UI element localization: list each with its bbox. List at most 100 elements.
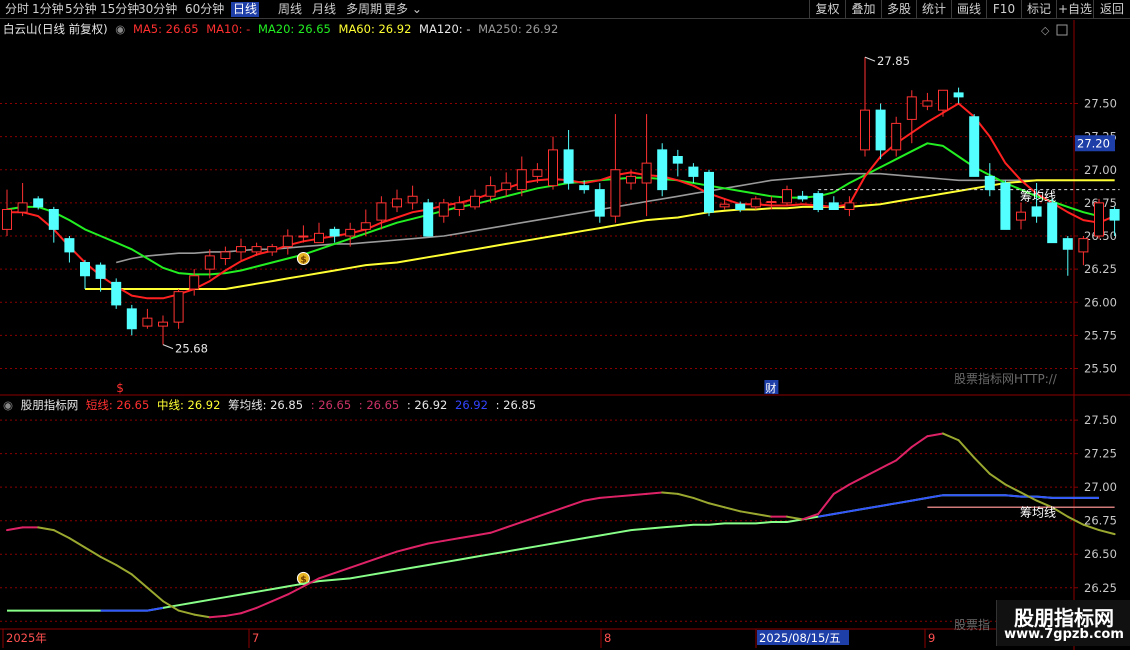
dividend-marker: $ xyxy=(116,381,124,395)
candle-body xyxy=(735,203,746,210)
short-line-segment xyxy=(739,510,757,515)
short-line-segment xyxy=(99,555,118,566)
candle-body xyxy=(314,232,324,244)
sub-tick-label: 26.25 xyxy=(1084,581,1117,595)
sub-tick-label: 26.50 xyxy=(1084,547,1117,561)
short-line-segment xyxy=(442,537,461,542)
mid-line-high-segment xyxy=(818,494,1099,518)
short-line-segment xyxy=(1098,529,1116,536)
candle-body xyxy=(64,238,75,253)
candle-body xyxy=(48,209,59,230)
short-line-segment xyxy=(754,513,773,518)
low-pointer xyxy=(162,344,174,350)
candle-body xyxy=(204,255,215,270)
chip-average-label: 筹均线 xyxy=(1020,190,1056,204)
short-line-segment xyxy=(193,613,211,619)
short-line-segment xyxy=(645,491,664,495)
short-line-segment xyxy=(786,515,804,521)
time-axis-label: 2025年 xyxy=(6,631,47,645)
watermark-main: 股票指标网HTTP:// xyxy=(954,372,1057,386)
sub-tick-label: 27.50 xyxy=(1084,413,1117,427)
candle-body xyxy=(688,166,699,177)
short-line-segment xyxy=(458,534,476,540)
candle-body xyxy=(532,169,543,177)
candle-body xyxy=(142,317,153,327)
short-line-segment xyxy=(895,445,913,462)
kline-chart[interactable]: 25.5025.7526.0026.2526.5026.7527.0027.25… xyxy=(0,0,1130,650)
short-line-segment xyxy=(723,506,742,513)
candle-body xyxy=(173,291,184,323)
candle-body xyxy=(220,251,231,260)
short-line-segment xyxy=(349,561,367,569)
mid-line-low-segment xyxy=(100,606,164,612)
candle-body xyxy=(860,109,870,151)
candle-body xyxy=(1016,211,1026,221)
short-line-segment xyxy=(364,555,383,564)
candle-body xyxy=(984,175,995,191)
diamond-icon: ◇ xyxy=(1041,24,1050,37)
time-axis-label: 7 xyxy=(252,631,259,645)
short-line-segment xyxy=(879,459,898,470)
candle-body xyxy=(1094,202,1104,237)
short-line-segment xyxy=(910,435,929,448)
site-brand-logo: 股朋指标网 www.7gpzb.com xyxy=(996,600,1130,646)
candle-body xyxy=(392,198,402,208)
candle-body xyxy=(501,182,512,191)
candle-body xyxy=(423,202,434,237)
short-line-segment xyxy=(6,526,24,532)
short-line-segment xyxy=(848,475,866,486)
short-line-segment xyxy=(68,537,86,549)
short-line-segment xyxy=(130,573,149,589)
short-line-segment xyxy=(926,432,944,438)
time-axis-label: 9 xyxy=(928,631,935,645)
candle-body xyxy=(719,203,730,208)
candle-body xyxy=(891,122,902,151)
candle-body xyxy=(641,162,652,184)
current-price-label: 27.20 xyxy=(1077,136,1110,150)
short-line-segment xyxy=(224,612,242,617)
candle-body xyxy=(80,262,90,277)
panel-toggle-icon xyxy=(1056,24,1068,36)
short-line-segment xyxy=(208,614,227,619)
short-line-segment xyxy=(474,531,492,537)
candle-body xyxy=(579,185,590,191)
short-line-segment xyxy=(832,483,851,495)
candle-body xyxy=(626,175,636,184)
mid-line xyxy=(7,494,1099,612)
short-line-segment xyxy=(988,472,1007,486)
short-line-segment xyxy=(411,542,430,549)
candle-body xyxy=(454,202,465,210)
candle-body xyxy=(17,202,28,213)
short-line-segment xyxy=(505,521,523,529)
candle-body xyxy=(329,228,340,237)
candle-body xyxy=(33,198,44,208)
candle-body xyxy=(1047,202,1058,244)
candle-body xyxy=(563,149,574,184)
candle-body xyxy=(657,149,668,191)
sub-tick-label: 27.00 xyxy=(1084,480,1117,494)
short-line-segment xyxy=(661,491,679,495)
candle-body xyxy=(782,189,792,204)
short-line-segment xyxy=(489,526,508,534)
short-line-segment xyxy=(255,600,274,609)
chip-average-sub-label: 筹均线 xyxy=(1020,505,1056,519)
candle-body xyxy=(1031,206,1042,217)
short-line-segment xyxy=(598,495,617,499)
candle-body xyxy=(236,246,246,253)
candle-body xyxy=(267,246,278,253)
date-cursor-label: 2025/08/15/五 xyxy=(759,631,841,645)
candle-body xyxy=(111,281,122,306)
short-line-segment xyxy=(864,467,882,478)
candle-body xyxy=(828,202,839,210)
short-line-segment xyxy=(692,496,710,505)
candle-body xyxy=(750,198,761,208)
main-tick-label: 27.00 xyxy=(1084,163,1117,177)
main-tick-label: 27.50 xyxy=(1084,97,1117,111)
low-price-label: 25.68 xyxy=(175,342,208,356)
short-line-segment xyxy=(84,546,102,558)
short-line-segment xyxy=(52,529,71,540)
candle-body xyxy=(345,228,356,237)
short-line-segment xyxy=(396,546,414,553)
main-tick-label: 25.50 xyxy=(1084,362,1117,376)
candle-body xyxy=(906,96,917,120)
